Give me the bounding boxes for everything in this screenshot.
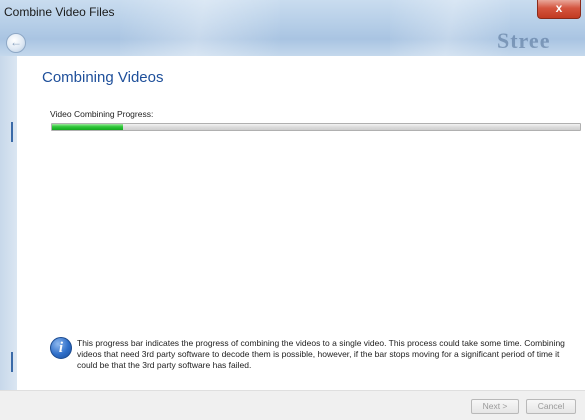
info-icon: i xyxy=(50,337,72,359)
back-arrow-icon: ← xyxy=(10,35,22,49)
button-bar: Next > Cancel xyxy=(0,390,585,420)
page-title: Combining Videos xyxy=(42,69,164,86)
title-bar-background-logo: Stree xyxy=(497,28,551,53)
border-accent xyxy=(11,122,13,142)
info-message: This progress bar indicates the progress… xyxy=(77,338,565,370)
window-title: Combine Video Files xyxy=(4,5,115,19)
border-accent-2 xyxy=(11,352,13,372)
title-bar-glare xyxy=(120,0,280,56)
progress-bar-fill xyxy=(52,124,124,130)
wizard-window: Stree Combine Video Files x ← Combining … xyxy=(0,0,585,420)
title-bar-glare-2 xyxy=(390,0,510,56)
window-left-border xyxy=(0,56,17,390)
next-button[interactable]: Next > xyxy=(471,399,519,414)
progress-bar xyxy=(51,123,581,131)
wizard-content: Combining Videos Video Combining Progres… xyxy=(17,56,585,390)
cancel-button[interactable]: Cancel xyxy=(526,399,576,414)
progress-label: Video Combining Progress: xyxy=(50,109,154,119)
back-button[interactable]: ← xyxy=(6,33,26,53)
title-bar[interactable]: Stree Combine Video Files x ← xyxy=(0,0,585,56)
close-button[interactable]: x xyxy=(537,0,581,19)
